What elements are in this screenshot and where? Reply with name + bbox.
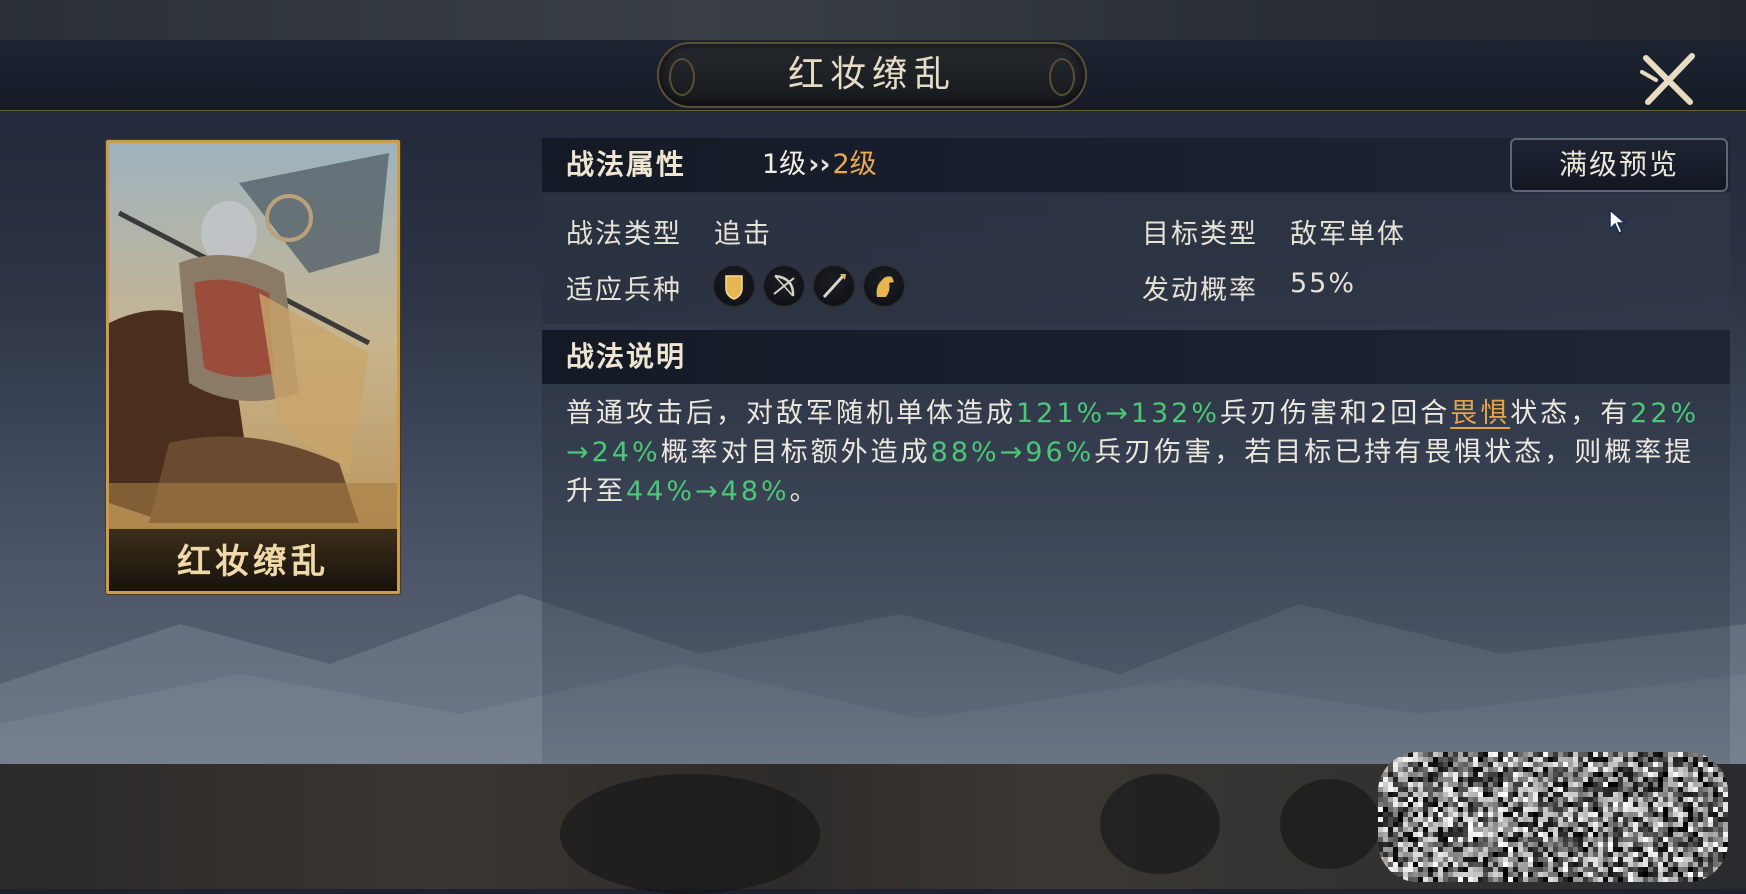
background-blur	[560, 774, 820, 894]
description-header: 战法说明	[542, 330, 1730, 384]
page-title: 红妆缭乱	[787, 54, 956, 95]
skill-detail-panel: 红妆缭乱 红妆缭乱 战法属性 1级››2级 满级预览 战法类型 追击 目标类型 …	[0, 40, 1746, 764]
level-to: 2级	[832, 149, 877, 180]
description-text: 。	[789, 476, 820, 507]
level-indicator: 1级››2级	[762, 138, 877, 192]
level-arrow: ››	[808, 149, 831, 180]
description-label: 战法说明	[566, 340, 687, 373]
bow-icon	[764, 266, 804, 306]
background-blur	[1100, 774, 1220, 874]
top-background-strip	[0, 0, 1746, 40]
title-plaque: 红妆缭乱	[657, 42, 1087, 108]
panel-header: 红妆缭乱	[0, 40, 1746, 111]
troop-icons	[714, 266, 914, 306]
target-type-label: 目标类型	[1142, 219, 1258, 250]
description-text: 状态，有	[1510, 398, 1631, 429]
mouse-cursor-icon	[1609, 209, 1627, 234]
horse-icon	[864, 266, 904, 306]
skill-description: 普通攻击后，对敌军随机单体造成121%→132%兵刃伤害和2回合畏惧状态，有22…	[566, 394, 1716, 511]
description-body: 普通攻击后，对敌军随机单体造成121%→132%兵刃伤害和2回合畏惧状态，有22…	[542, 384, 1730, 764]
value-highlight: 88%→96%	[930, 437, 1095, 468]
card-name: 红妆缭乱	[177, 542, 329, 582]
pixelated-watermark	[1378, 752, 1728, 882]
status-keyword[interactable]: 畏惧	[1450, 398, 1510, 429]
target-type-value: 敌军单体	[1290, 219, 1406, 250]
attributes-label: 战法属性	[566, 148, 687, 181]
close-button[interactable]	[1638, 52, 1698, 108]
level-from: 1级	[762, 149, 807, 180]
troop-type-label: 适应兵种	[566, 275, 682, 306]
description-text: 概率对目标额外造成	[660, 437, 931, 468]
background-blur	[1280, 779, 1380, 869]
skill-type-value: 追击	[714, 219, 772, 250]
skill-type-label: 战法类型	[566, 219, 682, 250]
description-text: 兵刃伤害和2回合	[1220, 398, 1451, 429]
trigger-chance-label: 发动概率	[1142, 275, 1258, 306]
shield-icon	[714, 266, 754, 306]
close-icon	[1640, 53, 1695, 105]
value-highlight: 121%→132%	[1016, 398, 1221, 429]
spear-icon	[814, 266, 854, 306]
trigger-chance-value: 55%	[1290, 268, 1357, 299]
description-text: 普通攻击后，对敌军随机单体造成	[566, 398, 1016, 429]
general-portrait	[109, 143, 397, 591]
max-level-preview-button[interactable]: 满级预览	[1510, 138, 1728, 192]
value-highlight: 44%→48%	[626, 476, 790, 507]
skill-card: 红妆缭乱	[106, 140, 400, 594]
